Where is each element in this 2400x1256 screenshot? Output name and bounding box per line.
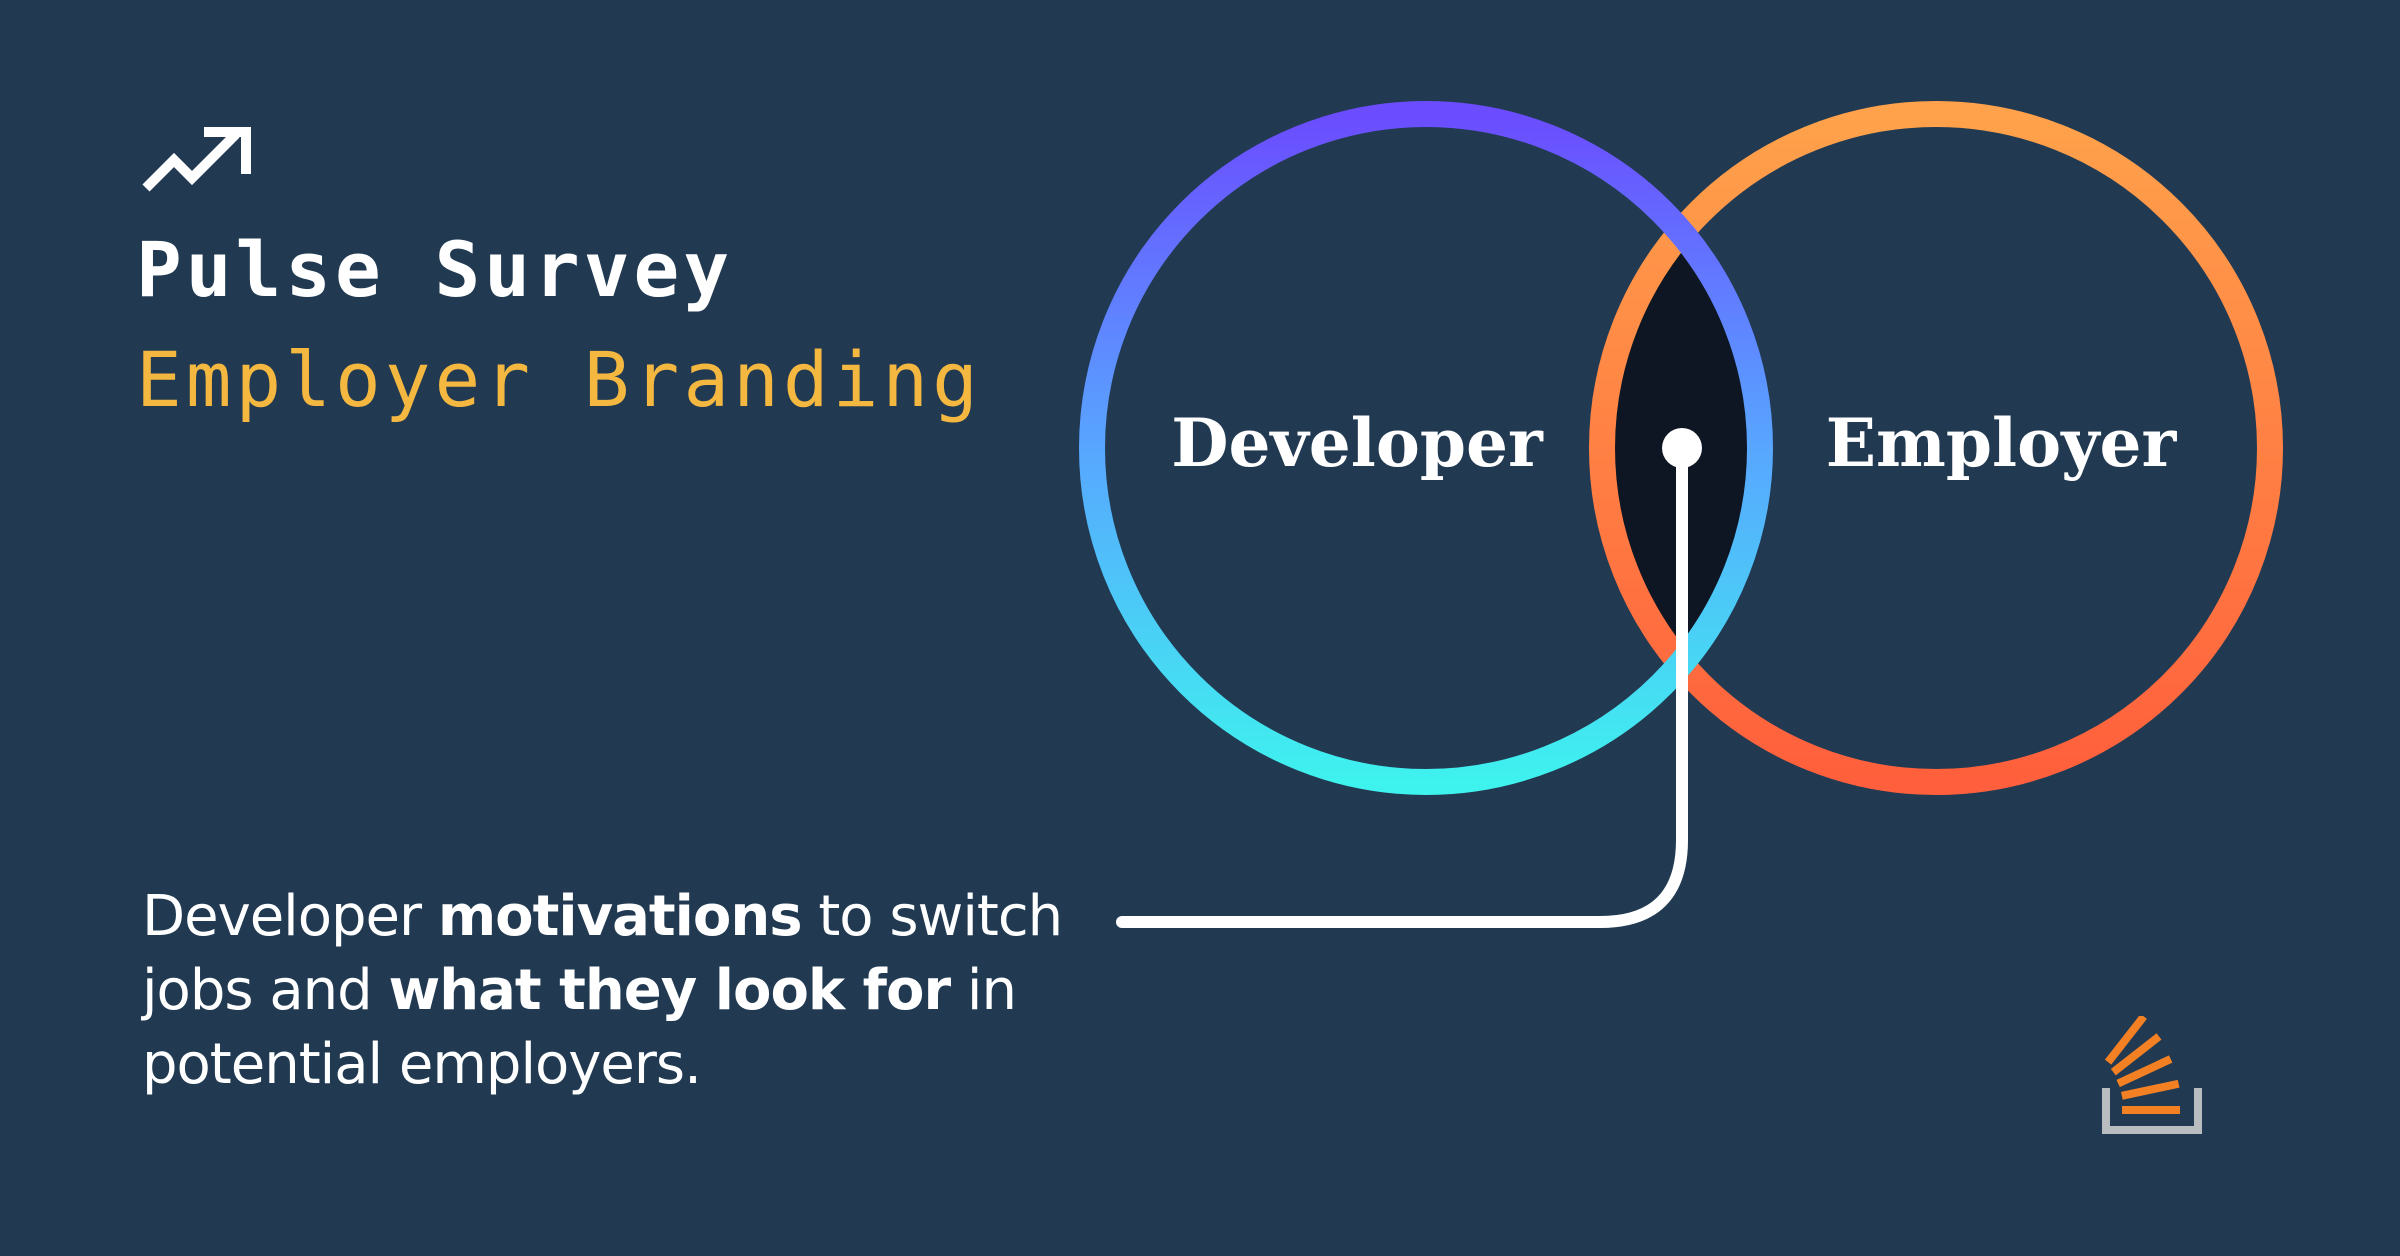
stack-overflow-logo-icon <box>2102 1016 2202 1134</box>
description: Developer motivations to switch jobs and… <box>142 880 1102 1102</box>
banner: Pulse Survey Employer Branding Developer… <box>0 0 2400 1256</box>
description-bold: motivations <box>437 884 803 949</box>
developer-label: Developer <box>1171 404 1544 482</box>
description-text: Developer <box>142 884 438 949</box>
description-bold: what they look for <box>388 958 952 1023</box>
connector-dot <box>1662 428 1702 468</box>
employer-label: Employer <box>1826 404 2178 482</box>
